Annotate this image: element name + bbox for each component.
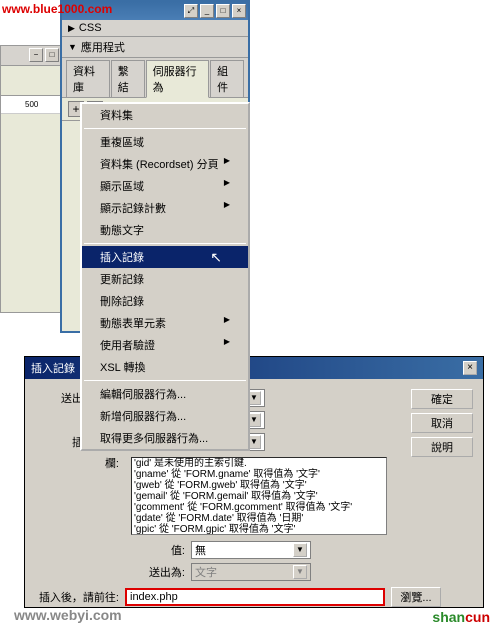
menu-show-region[interactable]: 顯示區域▶ bbox=[82, 175, 248, 197]
menu-separator bbox=[84, 380, 246, 381]
menu-dynamic-text[interactable]: 動態文字 bbox=[82, 219, 248, 241]
cursor-icon: ↖ bbox=[210, 249, 222, 266]
frag-btn[interactable]: □ bbox=[45, 48, 59, 62]
submit-as-select: 文字▼ bbox=[191, 563, 311, 581]
menu-separator bbox=[84, 243, 246, 244]
watermark-url-bottom: www.webyi.com bbox=[14, 607, 122, 623]
value-label: 值: bbox=[35, 542, 191, 558]
add-behavior-menu: 資料集 重複區域 資料集 (Recordset) 分頁▶ 顯示區域▶ 顯示記錄計… bbox=[80, 102, 250, 451]
submit-as-label: 送出為: bbox=[35, 564, 191, 580]
close-icon[interactable]: × bbox=[463, 361, 477, 375]
menu-separator bbox=[84, 128, 246, 129]
minimize-icon[interactable]: ⤢ bbox=[184, 4, 198, 18]
submenu-arrow-icon: ▶ bbox=[224, 315, 230, 331]
submenu-arrow-icon: ▶ bbox=[224, 156, 230, 172]
tab-database[interactable]: 資料庫 bbox=[66, 60, 110, 97]
dropdown-icon: ▼ bbox=[293, 543, 307, 557]
after-insert-label: 插入後，請前往: bbox=[35, 589, 125, 605]
list-item[interactable]: 'gname' 從 'FORM.gname' 取得值為 '文字' bbox=[132, 469, 386, 480]
columns-label: 欄: bbox=[35, 455, 125, 471]
panel-label: CSS bbox=[79, 22, 102, 34]
submenu-arrow-icon: ▶ bbox=[224, 178, 230, 194]
panel-label: 應用程式 bbox=[81, 39, 125, 55]
site-logo: shancun bbox=[432, 609, 490, 625]
watermark-url-top: www.blue1000.com bbox=[2, 2, 112, 16]
after-insert-input[interactable] bbox=[125, 588, 385, 606]
menu-new-behavior[interactable]: 新增伺服器行為... bbox=[82, 405, 248, 427]
dropdown-icon: ▼ bbox=[293, 565, 307, 579]
app-panel-header[interactable]: ▼ 應用程式 bbox=[62, 37, 248, 58]
max-icon[interactable]: □ bbox=[216, 4, 230, 18]
chevron-right-icon: ▶ bbox=[68, 23, 75, 34]
menu-recordset-paging[interactable]: 資料集 (Recordset) 分頁▶ bbox=[82, 153, 248, 175]
panel-tabs: 資料庫 繫結 伺服器行為 組件 bbox=[62, 58, 248, 98]
columns-listbox[interactable]: 'gid' 是未使用的主索引鍵. 'gname' 從 'FORM.gname' … bbox=[131, 457, 387, 535]
menu-repeat-region[interactable]: 重複區域 bbox=[82, 131, 248, 153]
submenu-arrow-icon: ▶ bbox=[224, 200, 230, 216]
list-item[interactable]: 'gemail' 從 'FORM.gemail' 取得值為 '文字' bbox=[132, 491, 386, 502]
browse-button[interactable]: 瀏覽... bbox=[391, 587, 441, 607]
ok-button[interactable]: 確定 bbox=[411, 389, 473, 409]
list-item[interactable]: 'gid' 是未使用的主索引鍵. bbox=[132, 458, 386, 469]
help-button[interactable]: 說明 bbox=[411, 437, 473, 457]
menu-recordset[interactable]: 資料集 bbox=[82, 104, 248, 126]
menu-update-record[interactable]: 更新記錄 bbox=[82, 268, 248, 290]
tab-server-behaviors[interactable]: 伺服器行為 bbox=[146, 60, 210, 98]
menu-edit-behaviors[interactable]: 編輯伺服器行為... bbox=[82, 383, 248, 405]
menu-xsl-transform[interactable]: XSL 轉換 bbox=[82, 356, 248, 378]
menu-get-more[interactable]: 取得更多伺服器行為... bbox=[82, 427, 248, 449]
min-icon[interactable]: _ bbox=[200, 4, 214, 18]
menu-record-count[interactable]: 顯示記錄計數▶ bbox=[82, 197, 248, 219]
chevron-down-icon: ▼ bbox=[68, 42, 77, 52]
tab-bindings[interactable]: 繫結 bbox=[111, 60, 145, 97]
dialog-title: 插入記錄 bbox=[31, 360, 75, 376]
list-item[interactable]: 'gweb' 從 'FORM.gweb' 取得值為 '文字' bbox=[132, 480, 386, 491]
value-select[interactable]: 無▼ bbox=[191, 541, 311, 559]
menu-dynamic-form[interactable]: 動態表單元素▶ bbox=[82, 312, 248, 334]
list-item[interactable]: 'gdate' 從 'FORM.date' 取得值為 '日期' bbox=[132, 513, 386, 524]
list-item[interactable]: 'gpic' 從 'FORM.gpic' 取得值為 '文字' bbox=[132, 524, 386, 535]
menu-insert-record[interactable]: 插入記錄↖ bbox=[82, 246, 248, 268]
tab-components[interactable]: 組件 bbox=[210, 60, 244, 97]
ruler: 500 bbox=[1, 96, 61, 114]
editor-fragment-left: − □ 500 bbox=[0, 45, 62, 313]
cancel-button[interactable]: 取消 bbox=[411, 413, 473, 433]
frag-btn[interactable]: − bbox=[29, 48, 43, 62]
css-panel-header[interactable]: ▶ CSS bbox=[62, 20, 248, 37]
close-icon[interactable]: × bbox=[232, 4, 246, 18]
menu-user-auth[interactable]: 使用者驗證▶ bbox=[82, 334, 248, 356]
menu-delete-record[interactable]: 刪除記錄 bbox=[82, 290, 248, 312]
list-item[interactable]: 'gcomment' 從 'FORM.gcomment' 取得值為 '文字' bbox=[132, 502, 386, 513]
submenu-arrow-icon: ▶ bbox=[224, 337, 230, 353]
